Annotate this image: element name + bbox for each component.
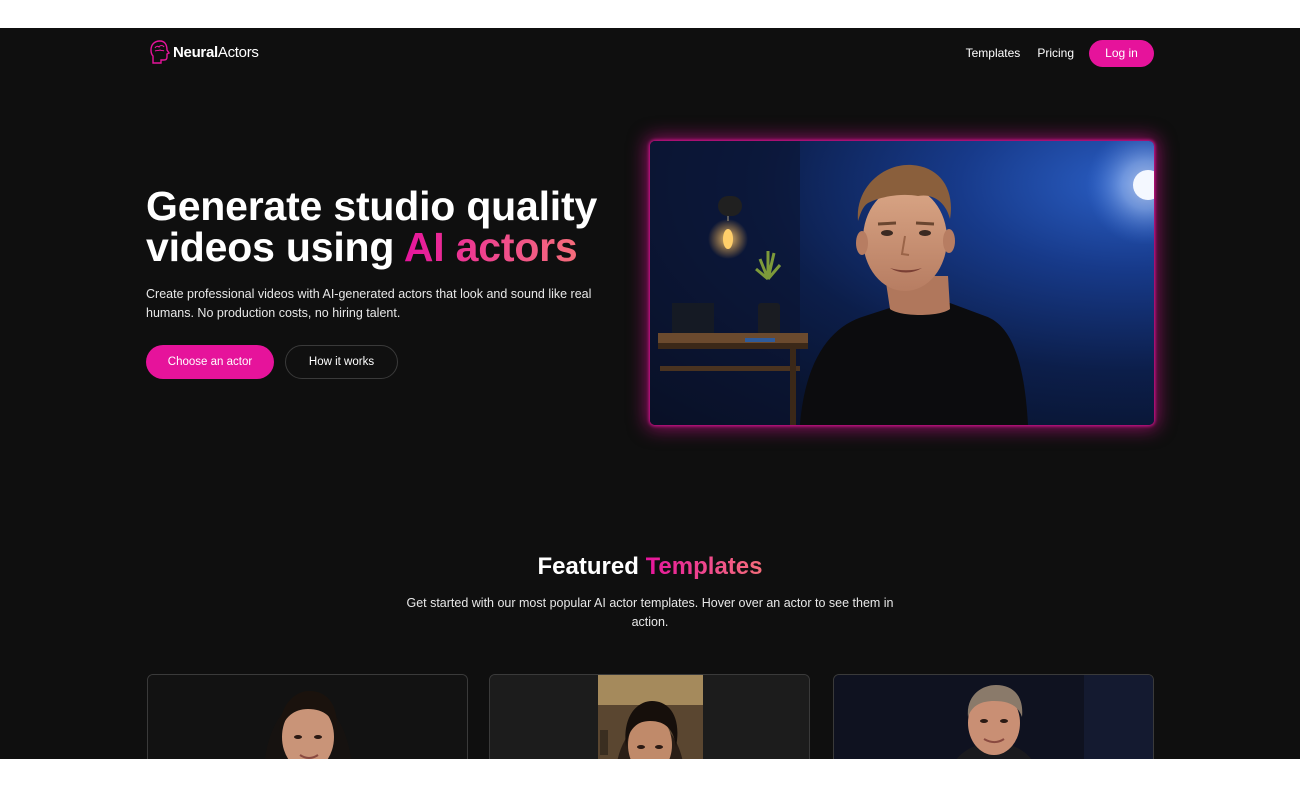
brand-name: NeuralActors	[173, 44, 259, 61]
brain-head-icon	[150, 40, 171, 64]
featured-title: Featured Templates	[0, 553, 1300, 581]
hero-title: Generate studio quality videos using AI …	[146, 186, 666, 268]
brand-name-bold: Neural	[173, 43, 218, 61]
template-card-3-preview	[834, 675, 1153, 759]
featured-subtitle: Get started with our most popular AI act…	[406, 596, 894, 629]
hero-title-line2: videos using	[146, 224, 404, 270]
nav-link-pricing[interactable]: Pricing	[1037, 46, 1074, 60]
template-card-1[interactable]	[147, 674, 468, 759]
nav-links: Templates Pricing Log in	[966, 39, 1154, 67]
template-card-2-preview	[490, 675, 809, 759]
nav-link-templates[interactable]: Templates	[966, 46, 1021, 60]
how-it-works-button[interactable]: How it works	[285, 345, 398, 379]
hero-video-frame	[650, 141, 1154, 425]
hero-subtitle: Create professional videos with AI-gener…	[146, 287, 592, 320]
template-card-1-preview	[148, 675, 467, 759]
hero-title-accent: AI actors	[403, 224, 578, 270]
featured-title-accent: Templates	[645, 553, 763, 580]
hero-title-line1: Generate studio quality	[146, 183, 598, 229]
brand-name-regular: Actors	[217, 43, 259, 61]
top-nav: NeuralActors Templates Pricing Log in	[0, 28, 1300, 78]
brand-logo[interactable]: NeuralActors	[149, 39, 259, 65]
featured-title-plain: Featured	[537, 553, 646, 580]
login-button[interactable]: Log in	[1089, 39, 1154, 67]
template-card-3[interactable]	[833, 674, 1154, 759]
choose-actor-button[interactable]: Choose an actor	[146, 345, 274, 379]
template-card-2[interactable]	[489, 674, 810, 759]
hero-video-player[interactable]	[650, 141, 1154, 425]
page-viewport: NeuralActors Templates Pricing Log in Ge…	[0, 28, 1300, 759]
